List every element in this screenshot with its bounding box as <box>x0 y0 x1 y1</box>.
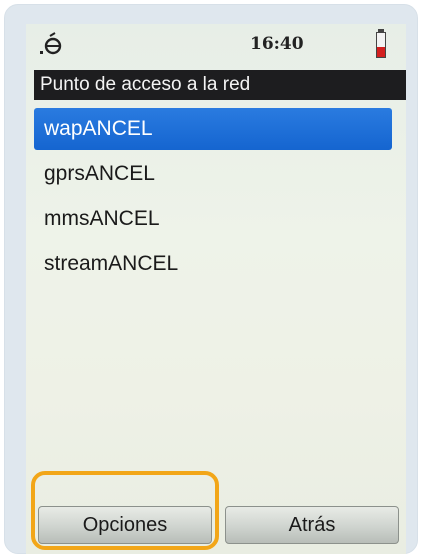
battery-low-icon <box>376 32 386 58</box>
status-time: 16:40 <box>250 34 304 54</box>
signal-antenna-icon <box>40 32 62 55</box>
options-softkey[interactable]: Opciones <box>38 506 212 544</box>
back-softkey[interactable]: Atrás <box>225 506 399 544</box>
access-point-item[interactable]: gprsANCEL <box>34 153 406 195</box>
status-bar: 16:40 <box>26 24 406 68</box>
softkey-bar: Opciones Atrás <box>34 506 406 546</box>
access-point-item[interactable]: streamANCEL <box>34 243 406 285</box>
access-point-item[interactable]: wapANCEL <box>34 108 392 150</box>
battery-level-fill <box>377 47 385 57</box>
access-point-item[interactable]: mmsANCEL <box>34 198 406 240</box>
page-title: Punto de acceso a la red <box>34 70 406 100</box>
access-point-list: wapANCEL gprsANCEL mmsANCEL streamANCEL <box>34 108 406 288</box>
phone-screen: 16:40 Punto de acceso a la red wapANCEL g… <box>26 24 406 554</box>
